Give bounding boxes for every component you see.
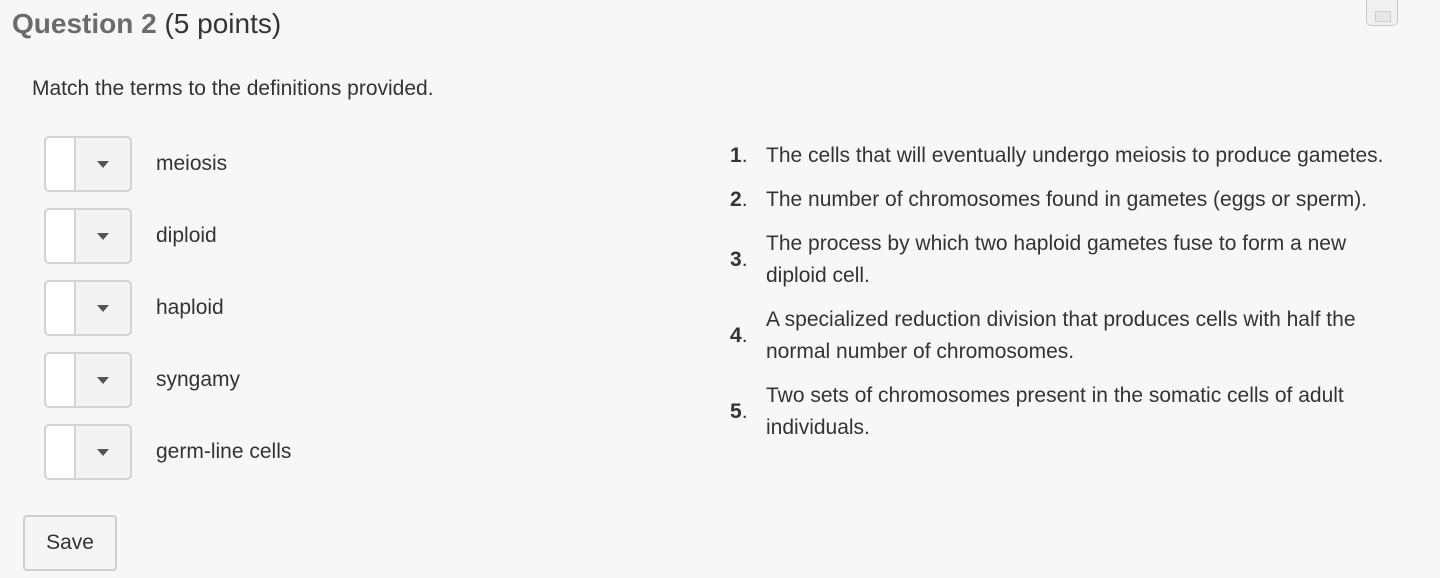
definition-text: A specialized reduction division that pr…: [766, 308, 1356, 363]
floppy-disk-icon: [1366, 0, 1398, 26]
match-dropdown-syngamy[interactable]: [44, 352, 132, 408]
definition-item: 1. The cells that will eventually underg…: [730, 140, 1430, 172]
definition-item: 4. A specialized reduction division that…: [730, 304, 1430, 368]
match-dropdown-haploid[interactable]: [44, 280, 132, 336]
term-label: diploid: [156, 224, 217, 247]
definition-number: 4.: [730, 324, 748, 347]
definition-number: 2.: [730, 188, 748, 211]
save-button[interactable]: Save: [23, 515, 117, 571]
caret-down-icon: [97, 376, 109, 384]
dropdown-value: [46, 426, 76, 478]
match-dropdown-germ-line-cells[interactable]: [44, 424, 132, 480]
term-row: haploid: [44, 280, 291, 336]
term-label: meiosis: [156, 152, 228, 175]
term-row: syngamy: [44, 352, 291, 408]
definition-item: 2. The number of chromosomes found in ga…: [730, 184, 1430, 216]
definition-number: 3.: [730, 248, 748, 271]
question-title: Question 2: [12, 8, 157, 39]
term-row: meiosis: [44, 136, 291, 192]
terms-list: meiosis diploid haploid syngamy germ-lin…: [44, 136, 291, 496]
dropdown-value: [46, 282, 76, 334]
definition-text: Two sets of chromosomes present in the s…: [766, 384, 1344, 439]
term-label: haploid: [156, 296, 224, 319]
definition-number: 5.: [730, 400, 748, 423]
term-label: germ-line cells: [156, 440, 292, 463]
definition-item: 3. The process by which two haploid game…: [730, 228, 1430, 292]
dropdown-value: [46, 210, 76, 262]
term-row: germ-line cells: [44, 424, 291, 480]
question-instructions: Match the terms to the definitions provi…: [32, 77, 434, 100]
definition-text: The number of chromosomes found in gamet…: [766, 188, 1368, 211]
quiz-page: Question 2 (5 points) Match the terms to…: [0, 0, 1440, 578]
term-row: diploid: [44, 208, 291, 264]
caret-down-icon: [97, 232, 109, 240]
definitions-list: 1. The cells that will eventually underg…: [730, 140, 1430, 456]
definition-number: 1.: [730, 144, 748, 167]
match-dropdown-diploid[interactable]: [44, 208, 132, 264]
dropdown-value: [46, 354, 76, 406]
dropdown-value: [46, 138, 76, 190]
match-dropdown-meiosis[interactable]: [44, 136, 132, 192]
definition-text: The process by which two haploid gametes…: [766, 232, 1347, 287]
definition-text: The cells that will eventually undergo m…: [766, 144, 1384, 167]
term-label: syngamy: [156, 368, 241, 391]
question-points: (5 points): [164, 8, 282, 39]
caret-down-icon: [97, 160, 109, 168]
caret-down-icon: [97, 304, 109, 312]
question-header: Question 2 (5 points): [12, 6, 281, 42]
caret-down-icon: [97, 448, 109, 456]
definition-item: 5. Two sets of chromosomes present in th…: [730, 380, 1430, 444]
floppy-slot: [1375, 11, 1391, 22]
